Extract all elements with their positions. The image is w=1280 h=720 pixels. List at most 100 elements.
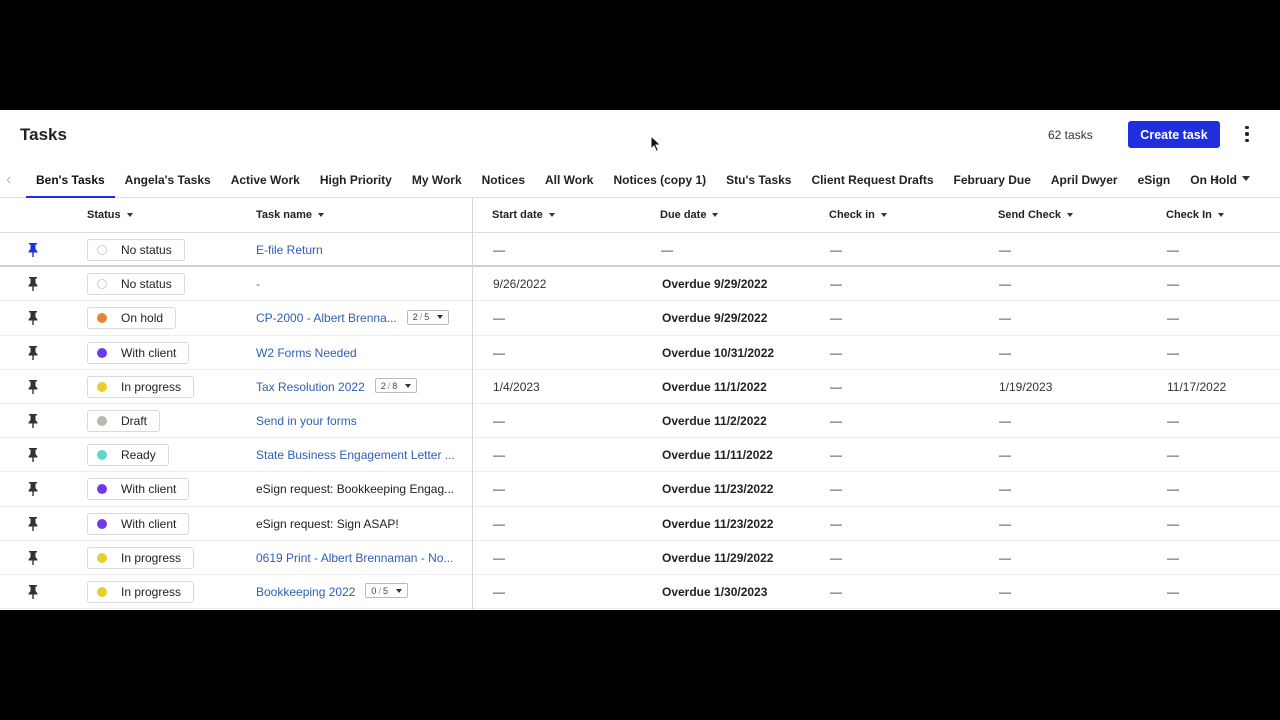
status-dropdown[interactable]: Ready: [87, 444, 169, 467]
due-date-cell[interactable]: Overdue 11/1/2022: [662, 380, 767, 394]
pin-icon[interactable]: [27, 516, 39, 532]
due-date-cell[interactable]: Overdue 11/29/2022: [662, 551, 773, 565]
check-in-cell[interactable]: —: [830, 277, 842, 291]
tab-ben-s-tasks[interactable]: Ben's Tasks: [26, 165, 115, 198]
table-row[interactable]: Ready State Business Engagement Letter ..…: [0, 438, 1280, 473]
check-in-cell[interactable]: —: [830, 448, 842, 462]
table-row[interactable]: With client W2 Forms Needed — Overdue 10/31…: [0, 336, 1280, 370]
due-date-cell[interactable]: Overdue 11/23/2022: [662, 517, 773, 531]
subtask-count-dropdown[interactable]: 2/8: [374, 378, 418, 394]
send-check-cell[interactable]: —: [999, 551, 1011, 565]
tab-esign[interactable]: eSign: [1128, 165, 1181, 198]
tab-my-work[interactable]: My Work: [402, 165, 472, 198]
start-date-cell[interactable]: —: [493, 517, 505, 531]
task-name-link[interactable]: eSign request: Sign ASAP!: [256, 517, 399, 531]
subtask-count-dropdown[interactable]: 0/5: [365, 583, 408, 599]
more-options-icon[interactable]: [1238, 123, 1256, 145]
column-header-send-check[interactable]: Send Check: [998, 209, 1073, 221]
table-row[interactable]: In progress Tax Resolution 2022 2/8 1/4/202…: [0, 370, 1280, 404]
check-in-2-cell[interactable]: —: [1167, 585, 1179, 599]
check-in-cell[interactable]: —: [830, 414, 842, 428]
due-date-cell[interactable]: Overdue 11/2/2022: [662, 414, 767, 428]
check-in-2-cell[interactable]: —: [1167, 346, 1179, 360]
due-date-cell[interactable]: —: [661, 243, 673, 257]
start-date-cell[interactable]: —: [493, 311, 505, 325]
task-name-link[interactable]: CP-2000 - Albert Brenna... 2/5: [256, 309, 450, 325]
column-header-check-in-2[interactable]: Check In: [1166, 209, 1224, 221]
pin-icon[interactable]: [27, 584, 39, 600]
task-name-link[interactable]: eSign request: Bookkeeping Engag...: [256, 482, 454, 496]
task-name-link[interactable]: E-file Return: [256, 243, 323, 257]
tab-all-work[interactable]: All Work: [535, 165, 603, 198]
task-name-link[interactable]: State Business Engagement Letter ...: [256, 448, 455, 462]
check-in-cell[interactable]: —: [830, 517, 842, 531]
tab-high-priority[interactable]: High Priority: [310, 165, 402, 198]
check-in-2-cell[interactable]: —: [1167, 311, 1179, 325]
check-in-cell[interactable]: —: [830, 585, 842, 599]
due-date-cell[interactable]: Overdue 11/23/2022: [662, 482, 773, 496]
start-date-cell[interactable]: —: [493, 414, 505, 428]
due-date-cell[interactable]: Overdue 9/29/2022: [662, 311, 767, 325]
chevron-right-icon[interactable]: ›: [1214, 171, 1219, 189]
pin-icon[interactable]: [27, 345, 39, 361]
start-date-cell[interactable]: —: [493, 551, 505, 565]
check-in-cell[interactable]: —: [830, 311, 842, 325]
task-name-link[interactable]: Send in your forms: [256, 414, 357, 428]
check-in-cell[interactable]: —: [830, 346, 842, 360]
due-date-cell[interactable]: Overdue 10/31/2022: [662, 346, 774, 360]
due-date-cell[interactable]: Overdue 1/30/2023: [662, 585, 767, 599]
pin-icon[interactable]: [27, 242, 39, 258]
status-dropdown[interactable]: On hold: [87, 307, 177, 330]
chevron-left-icon[interactable]: ‹: [6, 171, 11, 189]
start-date-cell[interactable]: 9/26/2022: [493, 277, 546, 291]
start-date-cell[interactable]: —: [493, 448, 505, 462]
send-check-cell[interactable]: —: [999, 311, 1011, 325]
column-header-check-in[interactable]: Check in: [829, 209, 887, 221]
status-dropdown[interactable]: In progress: [87, 546, 195, 569]
pin-icon[interactable]: [27, 276, 39, 292]
check-in-cell[interactable]: —: [830, 482, 842, 496]
task-name-link[interactable]: Tax Resolution 2022 2/8: [256, 378, 418, 394]
status-dropdown[interactable]: In progress: [87, 375, 195, 398]
check-in-cell[interactable]: —: [830, 551, 842, 565]
check-in-2-cell[interactable]: —: [1167, 277, 1179, 291]
check-in-2-cell[interactable]: —: [1167, 482, 1179, 496]
send-check-cell[interactable]: —: [999, 414, 1011, 428]
status-dropdown[interactable]: With client: [87, 478, 190, 501]
pin-icon[interactable]: [27, 310, 39, 326]
start-date-cell[interactable]: —: [493, 482, 505, 496]
send-check-cell[interactable]: —: [999, 448, 1011, 462]
column-header-task-name[interactable]: Task name: [256, 209, 325, 221]
status-dropdown[interactable]: In progress: [87, 580, 195, 603]
check-in-2-cell[interactable]: —: [1167, 551, 1179, 565]
pin-icon[interactable]: [27, 550, 39, 566]
table-row[interactable]: In progress 0619 Print - Albert Brennaman…: [0, 541, 1280, 575]
tab-client-request-drafts[interactable]: Client Request Drafts: [801, 165, 943, 198]
send-check-cell[interactable]: —: [999, 243, 1011, 257]
tab-february-due[interactable]: February Due: [944, 165, 1041, 198]
table-row[interactable]: With client eSign request: Sign ASAP! — Ove…: [0, 507, 1280, 541]
check-in-cell[interactable]: —: [830, 243, 842, 257]
check-in-2-cell[interactable]: —: [1167, 243, 1179, 257]
subtask-count-dropdown[interactable]: 2/5: [406, 309, 450, 325]
start-date-cell[interactable]: —: [493, 585, 505, 599]
task-name-link[interactable]: 0619 Print - Albert Brennaman - No...: [256, 551, 453, 565]
send-check-cell[interactable]: —: [999, 277, 1011, 291]
table-row[interactable]: In progress Bookkeeping 2022 0/5 — Overdue 1…: [0, 575, 1280, 610]
tab-active-work[interactable]: Active Work: [221, 165, 310, 198]
status-dropdown[interactable]: Draft: [87, 409, 161, 432]
table-row[interactable]: Draft Send in your forms — Overdue 11/2/202…: [0, 404, 1280, 439]
task-name-link[interactable]: -: [256, 277, 260, 291]
check-in-cell[interactable]: —: [830, 380, 842, 394]
start-date-cell[interactable]: —: [493, 243, 505, 257]
task-name-link[interactable]: Bookkeeping 2022 0/5: [256, 583, 408, 599]
check-in-2-cell[interactable]: —: [1167, 448, 1179, 462]
table-row[interactable]: No status - 9/26/2022 Overdue 9/29/2022 — — —: [0, 267, 1280, 302]
send-check-cell[interactable]: 1/19/2023: [999, 380, 1052, 394]
table-row[interactable]: With client eSign request: Bookkeeping En…: [0, 472, 1280, 507]
due-date-cell[interactable]: Overdue 9/29/2022: [662, 277, 767, 291]
tab-angela-s-tasks[interactable]: Angela's Tasks: [115, 165, 221, 198]
table-row[interactable]: No status E-file Return — — — — —: [0, 233, 1280, 268]
pin-icon[interactable]: [27, 481, 39, 497]
send-check-cell[interactable]: —: [999, 346, 1011, 360]
